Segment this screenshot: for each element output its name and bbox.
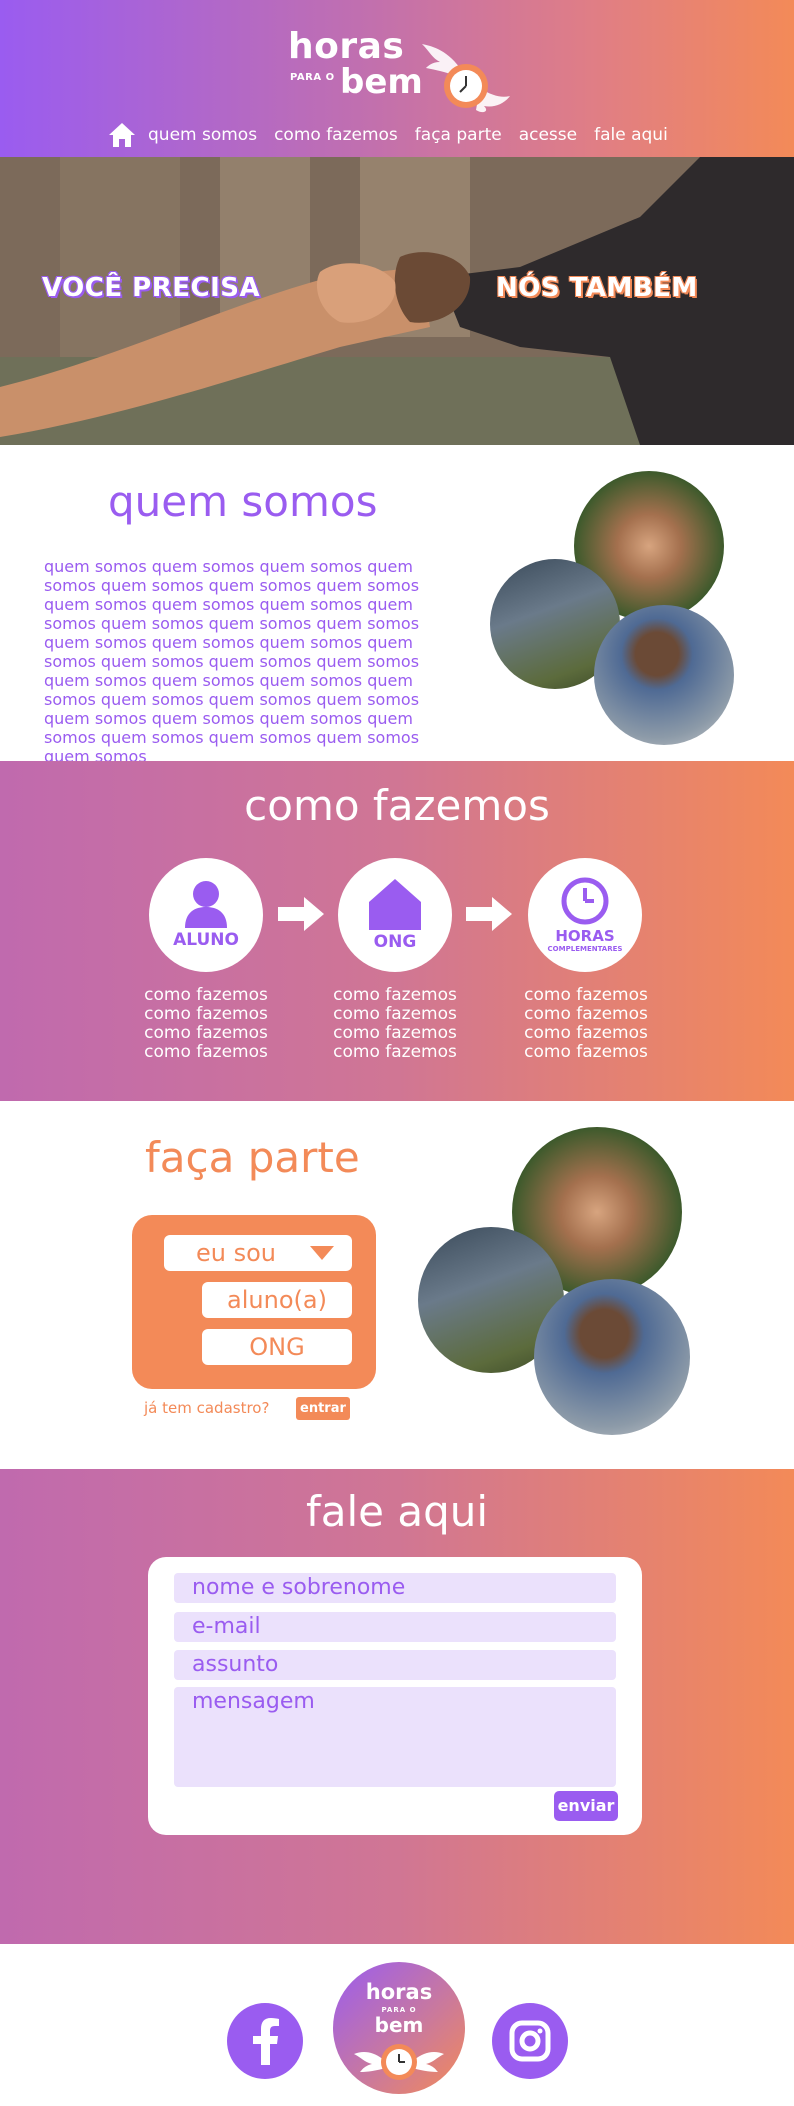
nav-item-quem-somos[interactable]: quem somos [148,125,257,145]
email-field[interactable]: e-mail [174,1612,616,1642]
hero-left-text: VOCÊ PRECISA [42,273,261,303]
user-icon [185,881,227,928]
nav-item-fale-aqui[interactable]: fale aqui [594,125,668,145]
nav-item-como-fazemos[interactable]: como fazemos [274,125,398,145]
signup-box: eu sou aluno(a) ONG [132,1215,376,1389]
message-field[interactable]: mensagem [174,1687,616,1787]
nav-home[interactable] [108,122,136,148]
logo-para-text: PARA O [290,72,335,83]
step-horas: HORAS COMPLEMENTARES [528,858,642,972]
home-icon [109,123,135,147]
faca-parte-photo-collage [418,1127,690,1439]
photo-smiling-man [534,1279,690,1435]
step-line: como fazemos [524,1042,648,1062]
step-line: como fazemos [333,1023,457,1043]
step-ong-description: como fazemos como fazemos como fazemos c… [325,986,465,1062]
brand-logo[interactable]: horas PARA O bem [288,14,510,113]
nav-item-faca-parte[interactable]: faça parte [415,125,502,145]
step-line: como fazemos [144,1004,268,1024]
logo-horas-text: horas [288,26,405,67]
logo-bem-text: bem [340,62,423,102]
existing-account-text: já tem cadastro? [144,1399,270,1417]
step-line: como fazemos [333,1004,457,1024]
photo-smiling-man [594,605,734,745]
quem-somos-photo-collage [490,471,734,751]
footer-logo[interactable]: horas PARA O bem [333,1962,465,2094]
step-horas-description: como fazemos como fazemos como fazemos c… [516,986,656,1062]
winged-clock-icon [422,44,510,113]
step-horas-sublabel: COMPLEMENTARES [547,945,623,953]
main-nav: quem somos como fazemos faça parte acess… [108,120,685,150]
site-footer: horas PARA O bem [0,1944,794,2106]
footer-logo-horas: horas [365,1980,433,2004]
facebook-link[interactable] [227,2003,303,2079]
fale-aqui-title: fale aqui [305,1487,489,1536]
step-line: como fazemos [144,1042,268,1062]
option-aluno[interactable]: aluno(a) [202,1282,352,1318]
arrow-right-icon [278,897,324,931]
send-button[interactable]: enviar [554,1791,618,1821]
step-horas-label: HORAS [555,927,615,945]
step-line: como fazemos [144,985,268,1005]
instagram-link[interactable] [492,2003,568,2079]
option-ong[interactable]: ONG [202,1329,352,1365]
step-aluno-description: como fazemos como fazemos como fazemos c… [136,986,276,1062]
clock-icon [561,877,609,925]
step-line: como fazemos [524,1004,648,1024]
winged-clock-icon [354,2044,444,2080]
step-aluno-label: ALUNO [173,930,239,950]
instagram-icon [509,2020,551,2062]
contact-form: nome e sobrenome e-mail assunto mensagem… [148,1557,642,1835]
dropdown-triangle-icon [310,1246,334,1260]
step-ong-label: ONG [373,932,417,952]
quem-somos-title: quem somos [108,477,378,526]
step-aluno: ALUNO [149,858,263,972]
user-type-select-label: eu sou [196,1239,277,1267]
site-header: horas PARA O bem quem somos como fazemos… [0,0,794,157]
subject-field[interactable]: assunto [174,1650,616,1680]
name-field[interactable]: nome e sobrenome [174,1573,616,1603]
hero-right-text: NÓS TAMBÉM [496,273,698,303]
footer-logo-bem: bem [374,2013,424,2037]
faca-parte-section: faça parte eu sou aluno(a) ONG já tem ca… [0,1101,794,1469]
step-line: como fazemos [524,985,648,1005]
quem-somos-body: quem somos quem somos quem somos quem so… [44,557,420,766]
facebook-icon [253,2018,279,2065]
house-icon [369,879,421,930]
arrow-right-icon [466,897,512,931]
step-ong: ONG [338,858,452,972]
hero-banner: VOCÊ PRECISA NÓS TAMBÉM [0,157,794,445]
step-line: como fazemos [333,1042,457,1062]
fale-aqui-section: fale aqui nome e sobrenome e-mail assunt… [0,1469,794,1944]
nav-item-acesse[interactable]: acesse [519,125,577,145]
como-fazemos-section: como fazemos ALUNO ONG HORAS COMPLEMENTA… [0,761,794,1101]
faca-parte-title: faça parte [145,1133,360,1182]
user-type-select[interactable]: eu sou [164,1235,352,1271]
step-line: como fazemos [144,1023,268,1043]
step-line: como fazemos [524,1023,648,1043]
login-button[interactable]: entrar [296,1397,350,1420]
como-fazemos-title: como fazemos [244,781,550,830]
quem-somos-section: quem somos quem somos quem somos quem so… [0,445,794,766]
step-line: como fazemos [333,985,457,1005]
